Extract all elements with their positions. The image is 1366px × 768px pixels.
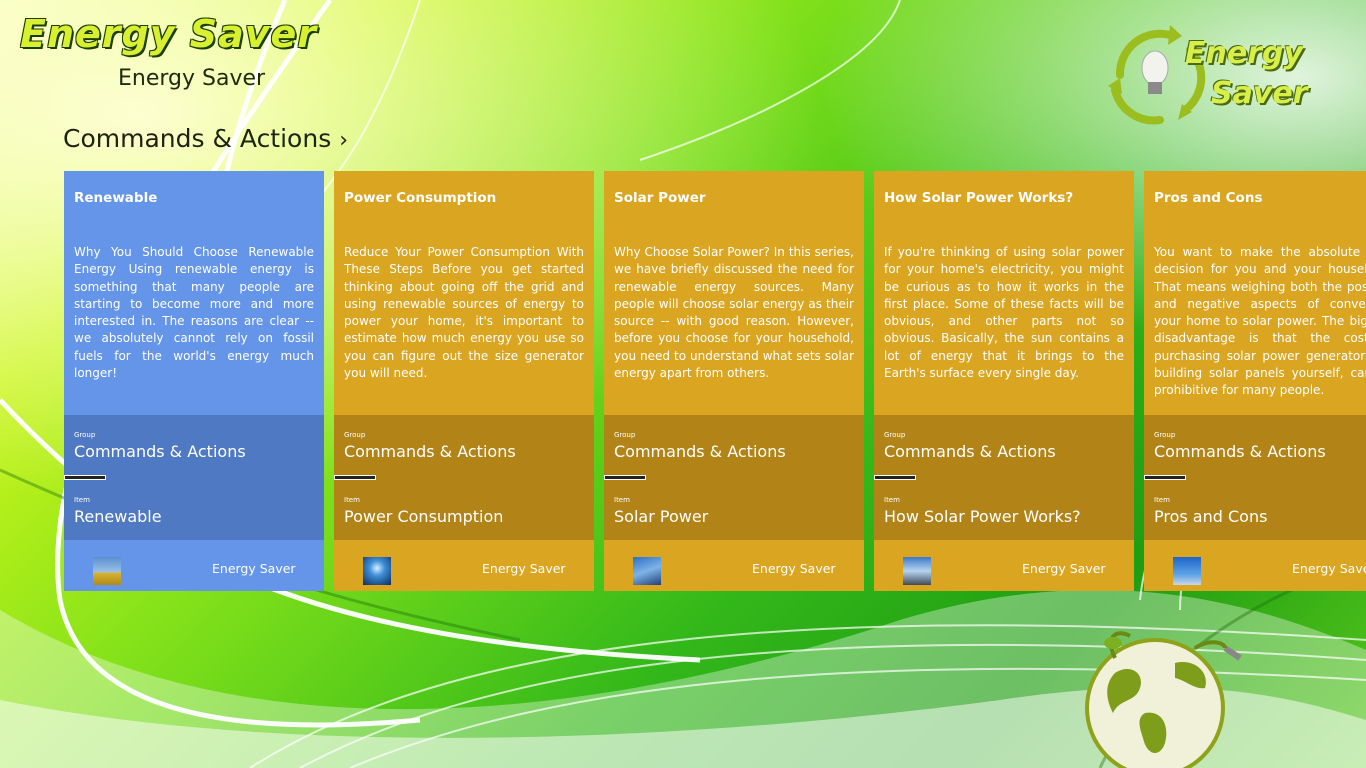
group-band: Group Commands & Actions — [334, 415, 594, 475]
tile-1[interactable]: Renewable Why You Should Choose Renewable… — [64, 171, 324, 591]
tile-4[interactable]: How Solar Power Works? If you're thinking… — [874, 171, 1134, 591]
globe-plug-icon — [1085, 631, 1242, 768]
group-band: Group Commands & Actions — [874, 415, 1134, 475]
item-label: Item — [74, 496, 90, 504]
item-value: Renewable — [74, 507, 162, 526]
tile-title: Power Consumption — [344, 190, 497, 206]
tile-body: Why You Should Choose Renewable Energy U… — [74, 245, 314, 381]
progress-fill-inner — [65, 476, 105, 479]
footer-label: Energy Saver — [1292, 561, 1366, 576]
corner-logo-text: Energy Saver — [1185, 34, 1308, 114]
item-band: Item Pros and Cons — [1144, 480, 1366, 540]
group-label: Group — [74, 431, 96, 439]
chevron-right-icon: › — [339, 128, 349, 153]
app-subtitle: Energy Saver — [118, 66, 266, 91]
lightning-thumbnail — [363, 557, 391, 585]
footer-label: Energy Saver — [482, 561, 566, 576]
progress-fill-inner — [1145, 476, 1185, 479]
tile-body: Why Choose Solar Power? In this series, … — [614, 245, 854, 381]
tile-title: Solar Power — [614, 190, 706, 206]
section-title: Commands & Actions — [63, 124, 332, 153]
group-value: Commands & Actions — [614, 442, 786, 461]
progress-fill-inner — [875, 476, 915, 479]
group-band: Group Commands & Actions — [604, 415, 864, 475]
item-value: Power Consumption — [344, 507, 504, 526]
tile-title: Pros and Cons — [1154, 190, 1263, 206]
tile-title: How Solar Power Works? — [884, 190, 1074, 206]
progress-fill-inner — [335, 476, 375, 479]
tile-body: Reduce Your Power Consumption With These… — [344, 245, 584, 381]
tile-5[interactable]: Pros and Cons You want to make the absolu… — [1144, 171, 1366, 591]
corner-logo-line2: Saver — [1211, 76, 1308, 111]
group-label: Group — [614, 431, 636, 439]
tile-grid: Renewable Why You Should Choose Renewable… — [64, 171, 1366, 591]
item-band: Item How Solar Power Works? — [874, 480, 1134, 540]
group-value: Commands & Actions — [1154, 442, 1326, 461]
item-label: Item — [614, 496, 630, 504]
tile-body: You want to make the absolute best decis… — [1154, 245, 1366, 398]
group-band: Group Commands & Actions — [64, 415, 324, 475]
tile-3[interactable]: Solar Power Why Choose Solar Power? In th… — [604, 171, 864, 591]
footer-label: Energy Saver — [1022, 561, 1106, 576]
group-band: Group Commands & Actions — [1144, 415, 1366, 475]
group-value: Commands & Actions — [74, 442, 246, 461]
solar-panel-thumbnail — [633, 557, 661, 585]
tile-body: If you're thinking of using solar power … — [884, 245, 1124, 381]
item-value: How Solar Power Works? — [884, 507, 1081, 526]
footer-label: Energy Saver — [752, 561, 836, 576]
solar-array-thumbnail — [903, 557, 931, 585]
group-value: Commands & Actions — [344, 442, 516, 461]
footer-label: Energy Saver — [212, 561, 296, 576]
group-label: Group — [344, 431, 366, 439]
tile-title: Renewable — [74, 190, 158, 206]
corner-logo-line1: Energy — [1185, 36, 1304, 71]
section-header-commands-actions[interactable]: Commands & Actions › — [63, 124, 348, 153]
group-label: Group — [1154, 431, 1176, 439]
group-label: Group — [884, 431, 906, 439]
item-label: Item — [884, 496, 900, 504]
app-logo-text: Energy Saver — [20, 12, 318, 56]
item-band: Item Solar Power — [604, 480, 864, 540]
wind-farm-thumbnail — [1173, 557, 1201, 585]
item-value: Solar Power — [614, 507, 709, 526]
group-value: Commands & Actions — [884, 442, 1056, 461]
tile-2[interactable]: Power Consumption Reduce Your Power Consu… — [334, 171, 594, 591]
item-label: Item — [1154, 496, 1170, 504]
item-value: Pros and Cons — [1154, 507, 1268, 526]
progress-fill-inner — [605, 476, 645, 479]
item-label: Item — [344, 496, 360, 504]
wind-turbines-thumbnail — [93, 557, 121, 585]
item-band: Item Renewable — [64, 480, 324, 540]
item-band: Item Power Consumption — [334, 480, 594, 540]
